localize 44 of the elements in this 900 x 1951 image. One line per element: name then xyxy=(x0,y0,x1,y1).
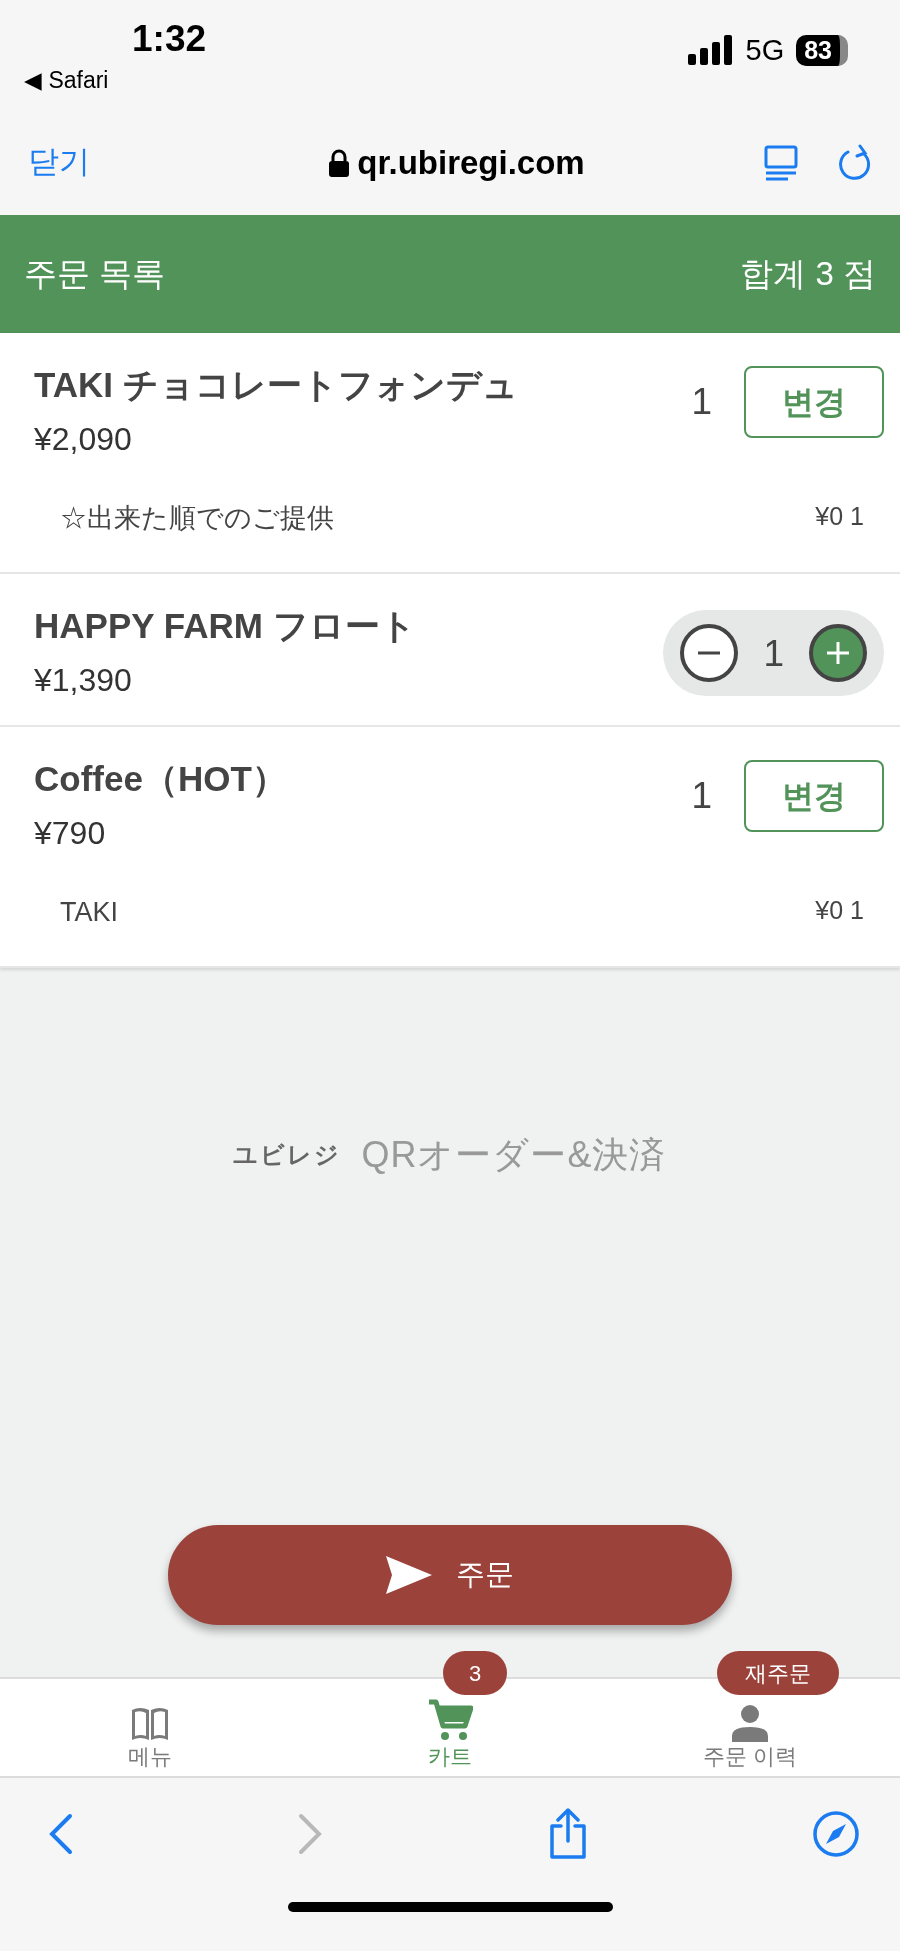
tab-label: 주문 이력 xyxy=(702,1746,798,1768)
back-icon[interactable] xyxy=(48,1813,74,1855)
person-icon xyxy=(731,1704,769,1742)
tab-label: 메뉴 xyxy=(128,1746,172,1768)
header-title: 주문 목록 xyxy=(24,254,166,295)
option-name: TAKI xyxy=(60,895,118,929)
item-name: Coffee（HOT） xyxy=(34,758,287,800)
change-button[interactable]: 변경 xyxy=(744,760,884,832)
back-to-app-link[interactable]: ◀ Safari xyxy=(24,69,109,92)
item-price: ¥790 xyxy=(34,813,107,853)
reload-icon[interactable] xyxy=(838,143,872,182)
close-button[interactable]: 닫기 xyxy=(28,139,90,186)
plus-button[interactable] xyxy=(808,623,868,684)
network-label: 5G xyxy=(745,35,785,65)
option-detail: ¥0 1 xyxy=(815,894,864,926)
tab-label: 카트 xyxy=(428,1746,472,1768)
option-detail: ¥0 1 xyxy=(815,500,864,532)
item-quantity: 1 xyxy=(763,631,784,676)
item-quantity: 1 xyxy=(691,774,712,819)
send-icon xyxy=(386,1556,432,1594)
item-quantity: 1 xyxy=(691,380,712,425)
minus-button[interactable] xyxy=(679,623,740,684)
header-total: 합계 3 점 xyxy=(740,254,876,295)
url-text[interactable]: qr.ubiregi.com xyxy=(357,137,585,188)
item-name: TAKI チョコレートフォンデュ xyxy=(34,364,518,406)
tab-badge: 3 xyxy=(443,1651,507,1695)
reader-icon[interactable] xyxy=(764,144,798,181)
tab-bar-item[interactable]: 메뉴 xyxy=(0,1679,300,1776)
signal-icon xyxy=(687,35,734,65)
book-icon xyxy=(130,1706,170,1742)
item-price: ¥2,090 xyxy=(34,419,133,459)
logo-product: QRオーダー&決済 xyxy=(361,1133,667,1178)
item-name: HAPPY FARM フロート xyxy=(34,605,416,648)
item-price: ¥1,390 xyxy=(34,661,133,700)
logo-brand: ユビレジ xyxy=(233,1140,342,1171)
lock-icon xyxy=(329,148,350,177)
order-button[interactable]: 주문 xyxy=(168,1525,732,1625)
tab-badge: 재주문 xyxy=(717,1651,839,1695)
change-button[interactable]: 변경 xyxy=(744,366,884,438)
option-name: ☆出来た順でのご提供 xyxy=(60,501,334,535)
status-time: 1:32 xyxy=(132,20,207,57)
compass-icon[interactable] xyxy=(812,1810,860,1858)
battery-indicator: 83 xyxy=(796,34,848,66)
cart-icon xyxy=(427,1698,473,1742)
